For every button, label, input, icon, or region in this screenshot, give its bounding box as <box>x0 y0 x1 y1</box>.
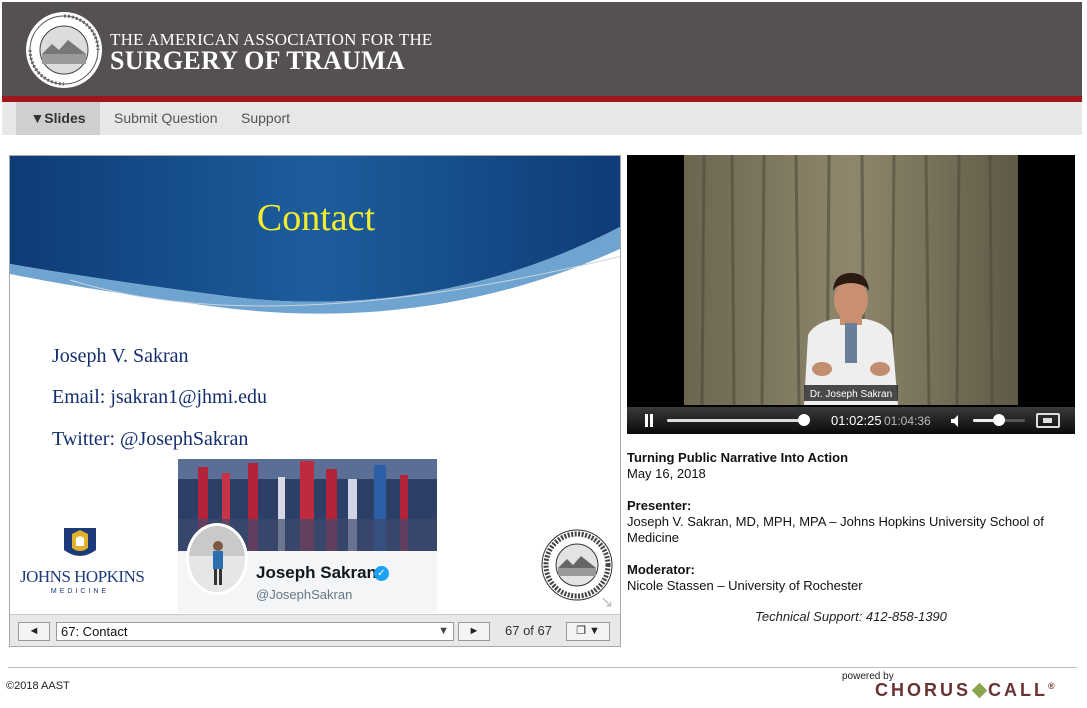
seek-bar[interactable] <box>667 414 811 426</box>
fullscreen-icon[interactable] <box>1036 413 1060 428</box>
event-date: May 16, 2018 <box>627 466 706 481</box>
chorus-logo-left: CHORUS <box>875 680 972 700</box>
tab-support[interactable]: Support <box>241 102 290 135</box>
event-info: Turning Public Narrative Into Action May… <box>627 450 1077 594</box>
moderator-label: Moderator: <box>627 562 695 577</box>
tab-bar: ▼Slides Submit Question Support <box>2 102 1082 135</box>
twitter-handle: @JosephSakran <box>256 587 353 602</box>
technical-support-text: Technical Support: 412-858-1390 <box>755 609 947 624</box>
slide-contact-name: Joseph V. Sakran <box>52 345 189 367</box>
footer-divider <box>8 667 1077 668</box>
johns-hopkins-logo-sub: MEDICINE <box>50 588 110 595</box>
layout-menu-button[interactable]: ❐ ▼ <box>566 622 610 641</box>
total-time: 01:04:36 <box>884 414 931 428</box>
copyright-text: ©2018 AAST <box>6 680 70 692</box>
seek-bar-fill <box>667 419 805 422</box>
current-time: 01:02:25 <box>831 413 882 428</box>
twitter-display-name: Joseph Sakran <box>256 563 377 582</box>
slide-select[interactable]: 67: Contact ▼ <box>56 622 454 641</box>
volume-handle[interactable] <box>993 414 1005 426</box>
verified-badge-icon: ✓ <box>374 566 389 581</box>
volume-icon[interactable] <box>950 414 964 428</box>
aast-seal-icon <box>26 12 102 88</box>
tab-submit-question[interactable]: Submit Question <box>114 102 218 135</box>
slide-title: Contact <box>256 197 376 239</box>
slide-select-value: 67: Contact <box>61 624 128 639</box>
presenter-value: Joseph V. Sakran, MD, MPH, MPA – Johns H… <box>627 514 1044 545</box>
slide-controls: ◄ 67: Contact ▼ ► 67 of 67 ❐ ▼ <box>10 614 620 646</box>
avatar-photo <box>189 526 245 592</box>
video-frame: Dr. Joseph Sakran <box>684 155 1018 405</box>
registered-mark: ® <box>1048 681 1055 691</box>
seek-handle[interactable] <box>798 414 811 426</box>
video-player[interactable]: Dr. Joseph Sakran 01:02:25 01:04:36 <box>627 155 1075 434</box>
chorus-logo-right: CALL <box>988 680 1049 700</box>
avatar <box>186 523 248 595</box>
volume-slider[interactable] <box>973 414 1025 426</box>
tab-slides[interactable]: ▼Slides <box>16 102 100 135</box>
twitter-profile-image: Joseph Sakran ✓ @JosephSakran <box>178 459 437 613</box>
video-lower-third: Dr. Joseph Sakran <box>810 389 892 400</box>
slide-contact-email: Email: jsakran1@jhmi.edu <box>52 386 268 408</box>
site-header: THE AMERICAN ASSOCIATION FOR THE SURGERY… <box>2 2 1082 96</box>
johns-hopkins-logo-text: JOHNS HOPKINS <box>20 567 145 586</box>
slide-counter: 67 of 67 <box>505 623 552 638</box>
next-slide-button[interactable]: ► <box>458 622 490 641</box>
pause-icon[interactable] <box>643 414 655 427</box>
aast-seal-icon <box>541 529 613 601</box>
diamond-icon <box>971 682 988 699</box>
event-title: Turning Public Narrative Into Action <box>627 450 849 465</box>
slide-contact-twitter: Twitter: @JosephSakran <box>52 428 249 450</box>
chevron-down-icon: ▼ <box>438 625 449 637</box>
presenter-label: Presenter: <box>627 498 692 513</box>
slide-viewer: Contact Joseph V. Sakran Email: jsakran1… <box>9 155 621 647</box>
org-name-line2: SURGERY OF TRAUMA <box>110 46 406 75</box>
video-controls: 01:02:25 01:04:36 <box>627 407 1075 434</box>
expand-arrow-icon[interactable]: ↘ <box>600 592 618 611</box>
previous-slide-button[interactable]: ◄ <box>18 622 50 641</box>
moderator-value: Nicole Stassen – University of Rochester <box>627 578 863 593</box>
slide-header-graphic <box>10 156 620 314</box>
app: THE AMERICAN ASSOCIATION FOR THE SURGERY… <box>0 0 1087 708</box>
chorus-call-logo: CHORUS CALL® <box>875 680 1055 701</box>
